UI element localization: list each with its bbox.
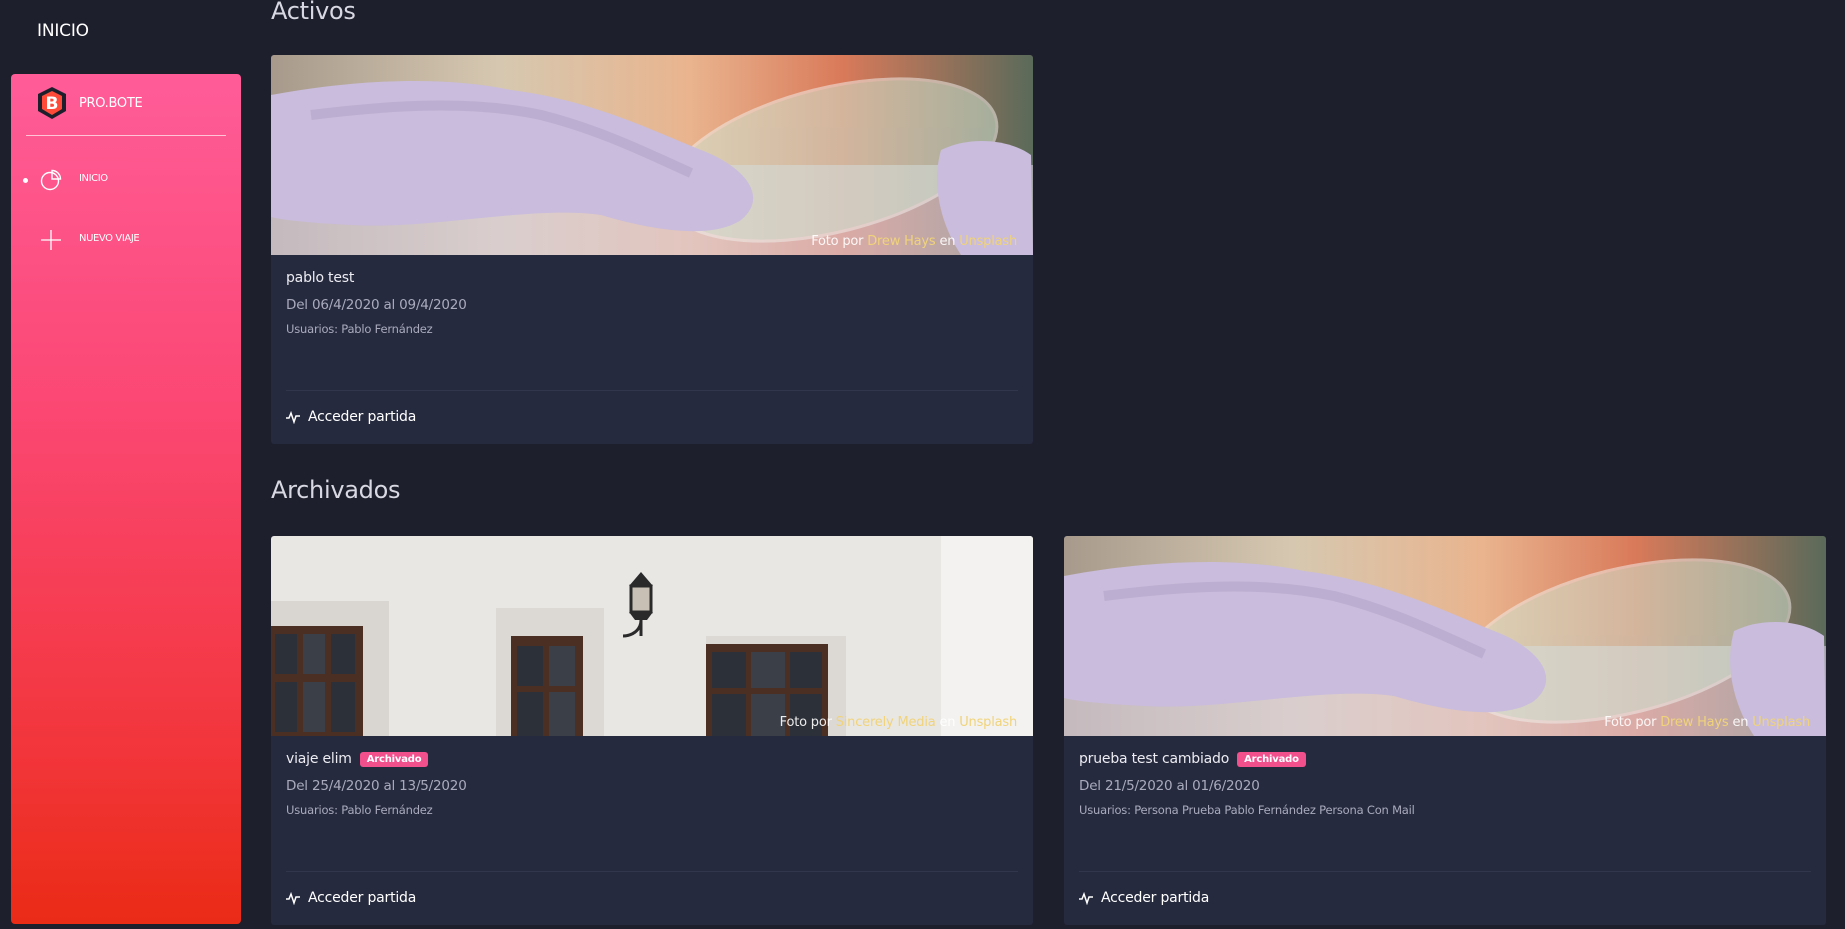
trip-card: Foto por Drew Hays en Unsplash prueba te… [1064,536,1826,925]
trip-title: pablo test [286,270,355,286]
photo-credit: Foto por Drew Hays en Unsplash [1604,715,1810,730]
photo-credit: Foto por Sincerely Media en Unsplash [779,715,1018,730]
trip-users: Usuarios: Persona Prueba Pablo Fernández… [1079,803,1415,817]
sidebar-item-inicio[interactable]: INICIO [11,160,241,200]
trip-card-image: Foto por Drew Hays en Unsplash [1064,536,1826,736]
photo-site-link[interactable]: Unsplash [959,715,1017,730]
archived-badge: Archivado [359,751,429,767]
acceder-partida-button[interactable]: Acceder partida [286,890,416,906]
trip-card: Foto por Drew Hays en Unsplash pablo tes… [271,55,1033,444]
page-header-title: INICIO [37,21,89,41]
sidebar-item-nuevo-viaje[interactable]: NUEVO VIAJE [11,220,241,260]
card-divider [1079,871,1811,872]
acceder-partida-button[interactable]: Acceder partida [1079,890,1209,906]
photo-site-link[interactable]: Unsplash [959,234,1017,249]
brand[interactable]: B PRO.BOTE [35,86,143,120]
brand-name: PRO.BOTE [79,95,143,111]
activity-icon [286,410,300,424]
trip-title: viaje elim [286,751,352,767]
trip-users: Usuarios: Pablo Fernández [286,322,433,336]
pie-chart-icon [40,169,62,191]
sidebar: B PRO.BOTE INICIO NUEVO VIAJE [11,74,241,924]
brand-logo-letter: B [46,94,59,114]
photo-credit: Foto por Drew Hays en Unsplash [811,234,1017,249]
photo-author-link[interactable]: Sincerely Media [836,715,936,730]
trip-dates: Del 25/4/2020 al 13/5/2020 [286,778,467,794]
sidebar-divider [26,135,226,136]
trip-card-body: pablo test Del 06/4/2020 al 09/4/2020 Us… [286,270,1018,336]
trip-card-body: viaje elim Archivado Del 25/4/2020 al 13… [286,751,1018,817]
brand-logo-icon: B [38,87,66,119]
active-indicator-dot [23,178,28,183]
trip-dates: Del 06/4/2020 al 09/4/2020 [286,297,467,313]
card-divider [286,390,1018,391]
trip-card: Foto por Sincerely Media en Unsplash via… [271,536,1033,925]
trip-card-body: prueba test cambiado Archivado Del 21/5/… [1079,751,1811,817]
trip-dates: Del 21/5/2020 al 01/6/2020 [1079,778,1260,794]
photo-author-link[interactable]: Drew Hays [1660,715,1728,730]
trip-card-image: Foto por Sincerely Media en Unsplash [271,536,1033,736]
section-title-archivados: Archivados [271,476,401,504]
archived-badge: Archivado [1237,751,1306,767]
activity-icon [286,891,300,905]
trip-title: prueba test cambiado [1079,751,1230,767]
section-title-activos: Activos [271,0,356,25]
sidebar-item-label: INICIO [79,173,108,184]
photo-site-link[interactable]: Unsplash [1752,715,1810,730]
trip-card-image: Foto por Drew Hays en Unsplash [271,55,1033,255]
card-divider [286,871,1018,872]
acceder-partida-button[interactable]: Acceder partida [286,409,416,425]
sidebar-item-label: NUEVO VIAJE [79,233,140,244]
plus-icon [41,230,61,250]
trip-users: Usuarios: Pablo Fernández [286,803,433,817]
activity-icon [1079,891,1093,905]
photo-author-link[interactable]: Drew Hays [867,234,935,249]
